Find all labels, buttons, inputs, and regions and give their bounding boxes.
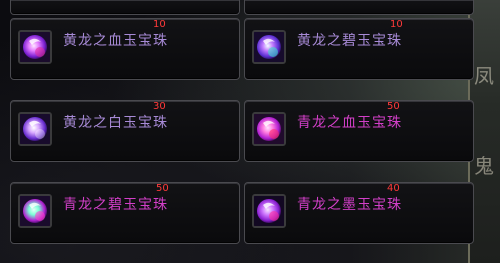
- jade-orb-icon[interactable]: [18, 194, 52, 228]
- item-slot[interactable]: 青龙之血玉宝珠 50: [244, 100, 474, 162]
- item-count: 10: [153, 19, 166, 30]
- jade-orb-icon[interactable]: [252, 30, 286, 64]
- item-count: 50: [387, 101, 400, 112]
- item-count: 10: [390, 19, 403, 30]
- decor-glyph: 凤: [474, 64, 494, 88]
- jade-orb-icon[interactable]: [18, 30, 52, 64]
- item-slot-partial: [244, 0, 474, 15]
- item-slot-partial: [10, 0, 240, 15]
- item-slot[interactable]: 青龙之墨玉宝珠 40: [244, 182, 474, 244]
- item-slot[interactable]: 黄龙之碧玉宝珠 10: [244, 18, 474, 80]
- item-name: 青龙之碧玉宝珠: [63, 197, 168, 213]
- item-name: 青龙之墨玉宝珠: [297, 197, 402, 213]
- item-name: 青龙之血玉宝珠: [297, 115, 402, 131]
- item-slot[interactable]: 黄龙之血玉宝珠 10: [10, 18, 240, 80]
- jade-orb-icon[interactable]: [252, 112, 286, 146]
- item-slot[interactable]: 青龙之碧玉宝珠 50: [10, 182, 240, 244]
- decor-glyph: 鬼: [474, 154, 494, 178]
- item-name: 黄龙之血玉宝珠: [63, 33, 168, 49]
- jade-orb-icon[interactable]: [252, 194, 286, 228]
- item-slot[interactable]: 黄龙之白玉宝珠 30: [10, 100, 240, 162]
- item-count: 30: [153, 101, 166, 112]
- item-name: 黄龙之碧玉宝珠: [297, 33, 402, 49]
- item-count: 50: [156, 183, 169, 194]
- item-count: 40: [387, 183, 400, 194]
- jade-orb-icon[interactable]: [18, 112, 52, 146]
- item-name: 黄龙之白玉宝珠: [63, 115, 168, 131]
